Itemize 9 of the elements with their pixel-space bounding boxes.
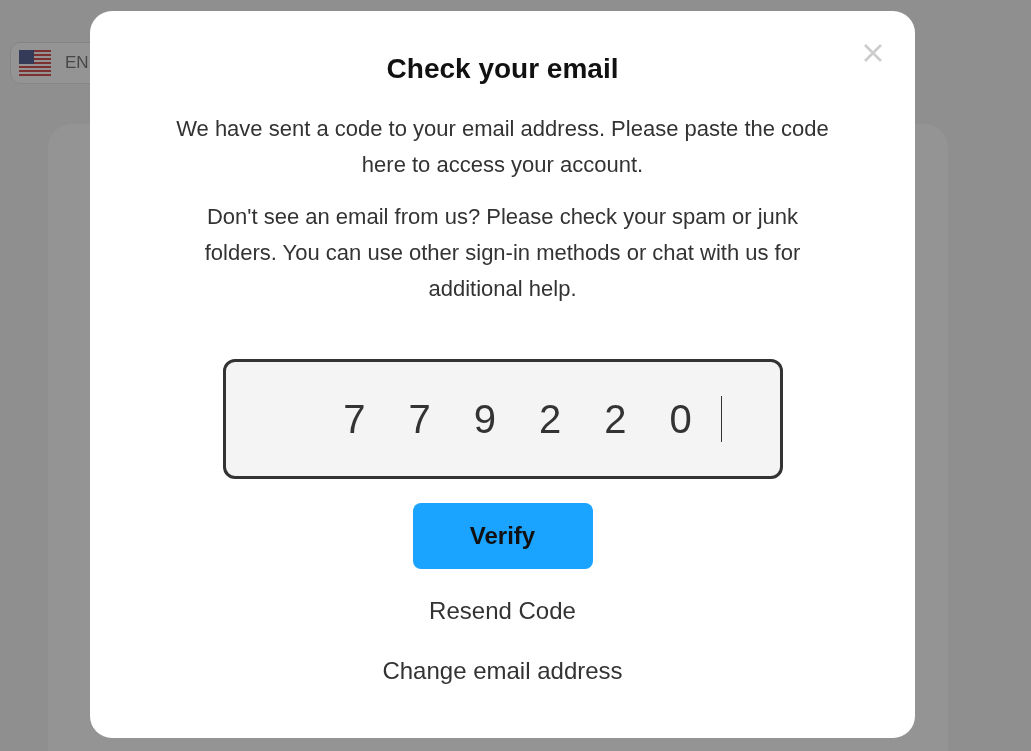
- flag-icon: [19, 50, 51, 76]
- code-input-field[interactable]: 779220: [222, 359, 783, 479]
- dialog-title: Check your email: [386, 53, 619, 85]
- verify-button[interactable]: Verify: [412, 503, 593, 569]
- text-link[interactable]: Change email address: [382, 657, 623, 685]
- instruction-text: We have sent a code to your email address. Please paste the code here to access your account.: [175, 115, 830, 179]
- text-link[interactable]: Resend Code: [429, 597, 576, 625]
- instruction-text: Don't see an email from us? Please check your spam or junk folders. You can use other sign-in methods or chat with us for additional help.: [203, 203, 802, 303]
- text-cursor: [720, 396, 722, 442]
